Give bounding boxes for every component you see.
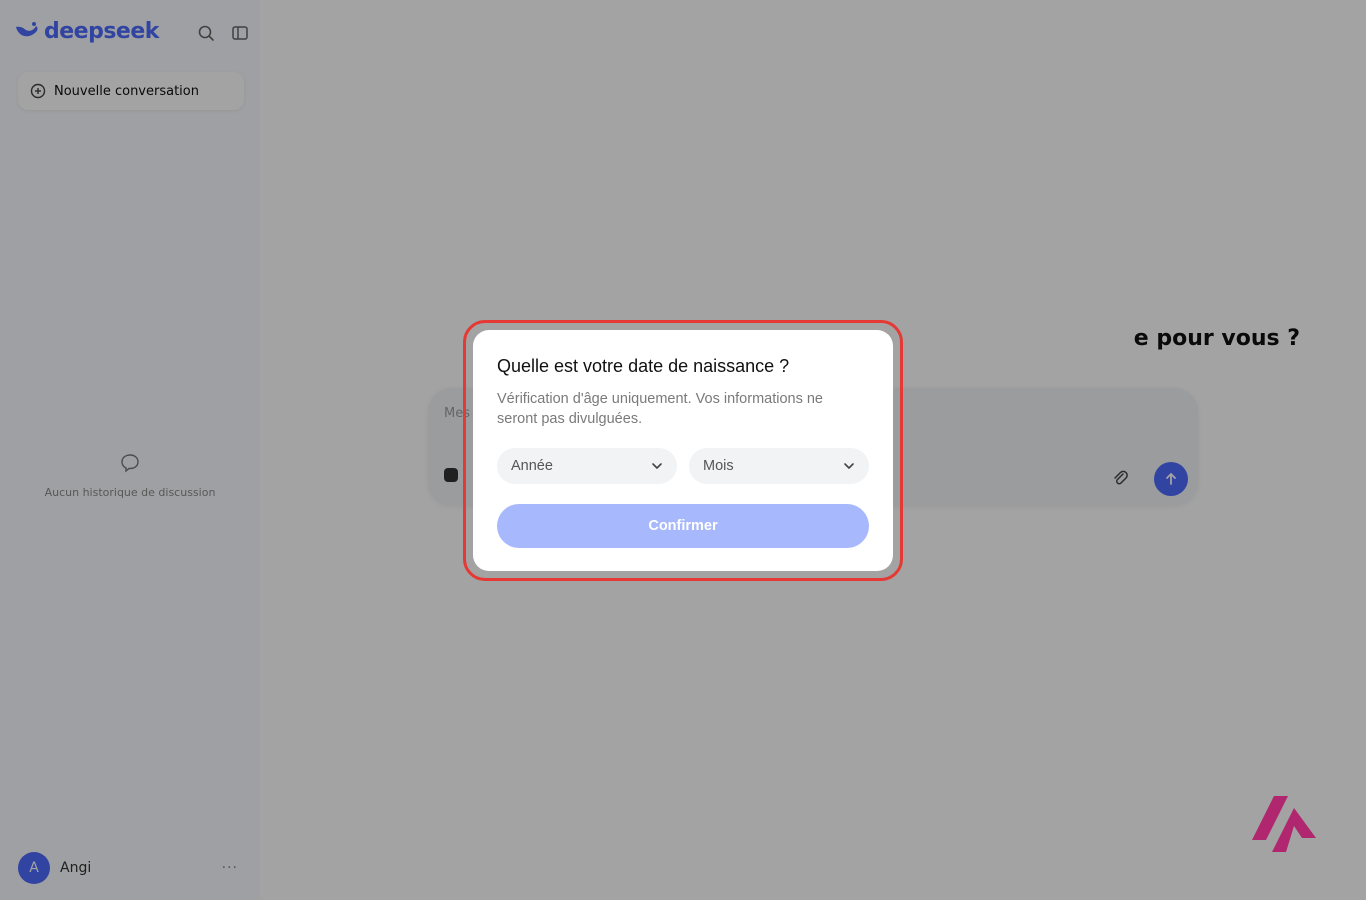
- year-select[interactable]: Année: [497, 448, 677, 484]
- dialog-description: Vérification d'âge uniquement. Vos infor…: [497, 391, 823, 427]
- dialog-title: Quelle est votre date de naissance ?: [497, 356, 790, 376]
- app-root: deepseek Nouvelle conversation Aucun his…: [0, 0, 1366, 900]
- chevron-down-icon: [652, 463, 662, 469]
- month-select[interactable]: Mois: [689, 448, 869, 484]
- confirm-button[interactable]: Confirmer: [497, 504, 869, 548]
- watermark-logo-icon: [1252, 796, 1316, 852]
- chevron-down-icon: [844, 463, 854, 469]
- date-select-row: Année Mois: [497, 448, 869, 484]
- birthdate-dialog: Quelle est votre date de naissance ? Vér…: [473, 330, 893, 571]
- year-select-value: Année: [511, 458, 553, 474]
- month-select-value: Mois: [703, 458, 734, 474]
